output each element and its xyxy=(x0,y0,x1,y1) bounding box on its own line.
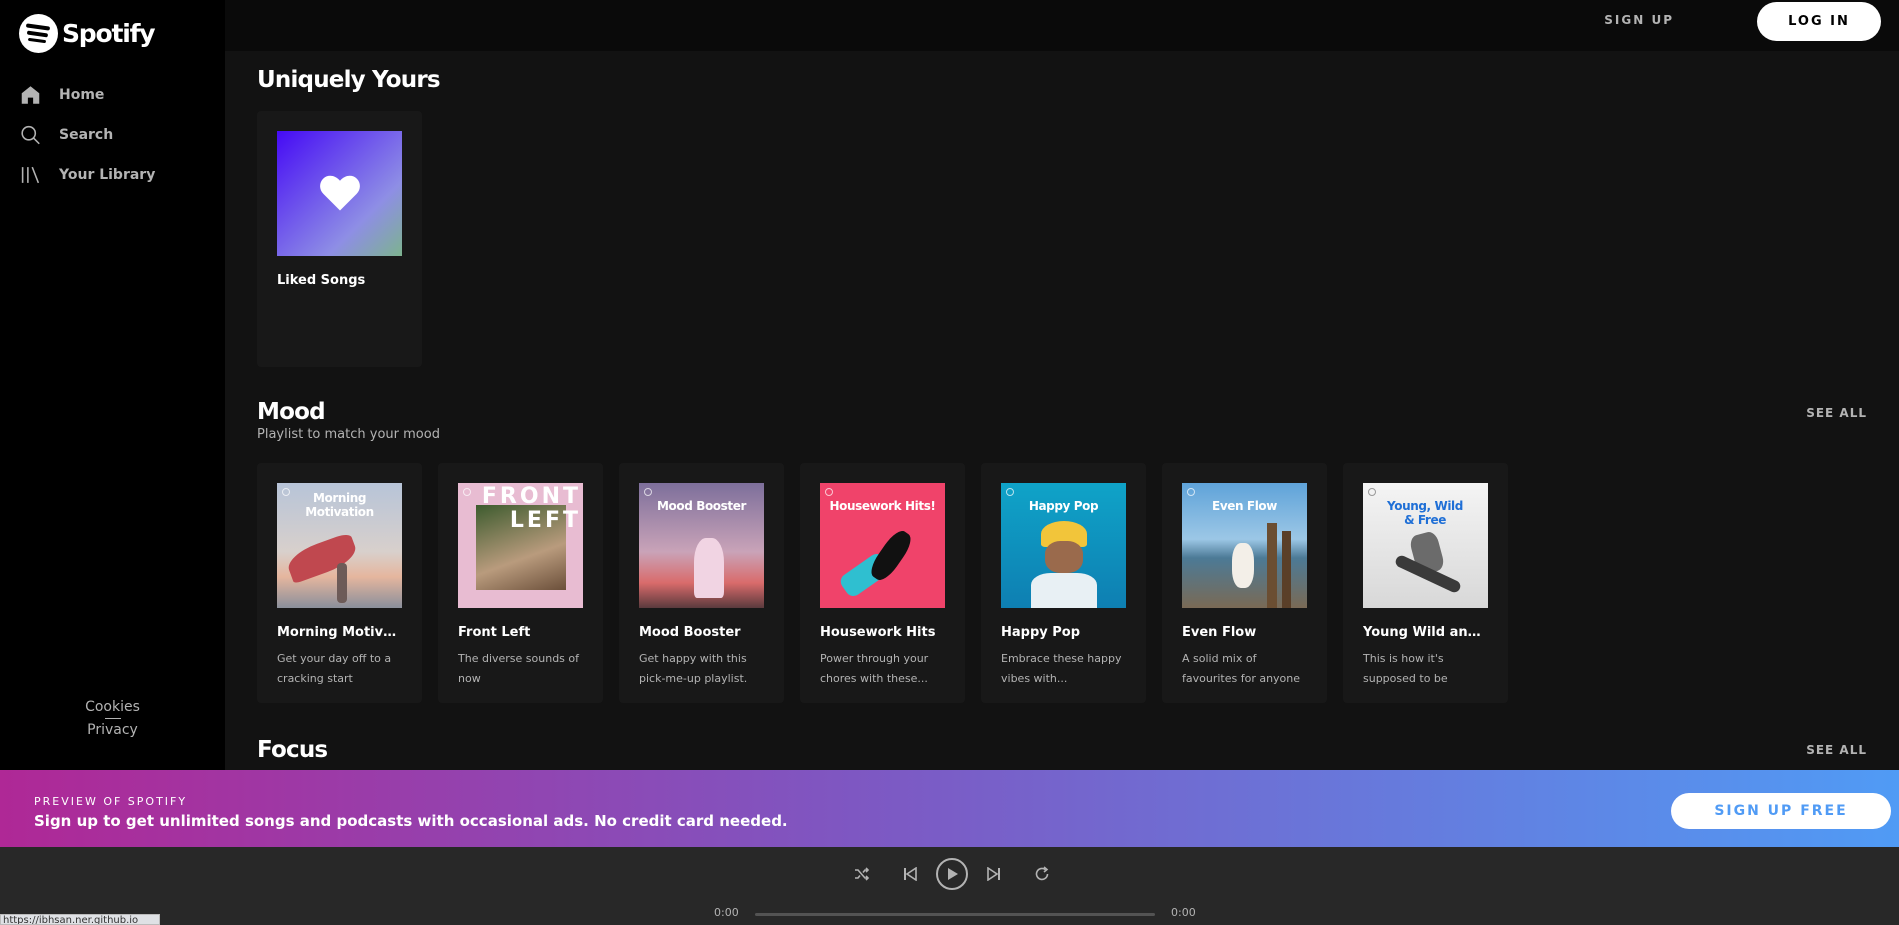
playlist-cover: Happy Pop xyxy=(1001,483,1126,608)
card-description: Get happy with this pick-me-up playlist. xyxy=(639,652,748,685)
spotify-badge-icon xyxy=(825,488,833,496)
cover-text: Happy Pop xyxy=(1028,499,1099,513)
log-in-button[interactable]: LOG IN xyxy=(1757,2,1881,41)
main-content: Uniquely Yours Liked Songs Mood Playlist… xyxy=(225,51,1899,770)
card-description: The diverse sounds of now xyxy=(458,652,580,685)
card-title: Housework Hits xyxy=(820,625,936,640)
logo-text: Spotify xyxy=(62,19,156,48)
card-liked-songs[interactable]: Liked Songs xyxy=(257,111,422,367)
card-title: Morning Motiva... xyxy=(277,625,402,640)
card-title: Liked Songs xyxy=(277,273,366,288)
spotify-badge-icon xyxy=(1368,488,1376,496)
banner-text: Sign up to get unlimited songs and podca… xyxy=(34,812,788,830)
card-even-flow[interactable]: Even Flow Even Flow A solid mix of favou… xyxy=(1162,463,1327,703)
next-icon[interactable] xyxy=(970,867,1018,881)
cover-text: Young, Wild & Free xyxy=(1387,499,1463,527)
card-title: Young Wild and... xyxy=(1363,625,1488,640)
sign-up-button[interactable]: SIGN UP xyxy=(1604,13,1674,27)
sidebar: Spotify Home Search Your Library Cookies… xyxy=(0,0,225,770)
spotify-logo-icon xyxy=(19,14,58,53)
sign-up-free-button[interactable]: SIGN UP FREE xyxy=(1671,793,1891,829)
playlist-cover: FRONT LEFT xyxy=(458,483,583,608)
playlist-cover: Housework Hits! xyxy=(820,483,945,608)
section-title-mood: Mood xyxy=(257,399,326,425)
player-bar: 0:00 0:00 xyxy=(0,847,1899,925)
cover-text: Housework Hits! xyxy=(829,499,936,513)
card-description: Embrace these happy vibes with... xyxy=(1001,652,1122,685)
banner-kicker: PREVIEW OF SPOTIFY xyxy=(34,795,188,808)
see-all-focus-link[interactable]: SEE ALL xyxy=(1806,743,1867,757)
progress-bar[interactable] xyxy=(755,913,1155,916)
card-happy-pop[interactable]: Happy Pop Happy Pop Embrace these happy … xyxy=(981,463,1146,703)
heart-icon xyxy=(320,175,360,211)
home-icon xyxy=(20,85,41,106)
sidebar-nav: Home Search Your Library xyxy=(0,75,225,195)
sidebar-item-library[interactable]: Your Library xyxy=(0,155,225,195)
time-total: 0:00 xyxy=(1171,906,1196,919)
card-description: This is how it's supposed to be xyxy=(1363,652,1448,685)
liked-songs-cover xyxy=(277,131,402,256)
card-front-left[interactable]: FRONT LEFT Front Left The diverse sounds… xyxy=(438,463,603,703)
card-title: Mood Booster xyxy=(639,625,741,640)
repeat-icon[interactable] xyxy=(1018,866,1066,882)
previous-icon[interactable] xyxy=(886,867,934,881)
section-title-uniquely-yours: Uniquely Yours xyxy=(257,67,441,93)
sidebar-item-label: Search xyxy=(59,127,114,143)
cookies-link[interactable]: Cookies xyxy=(0,696,225,718)
card-young-wild-and-free[interactable]: Young, Wild & Free Young Wild and... Thi… xyxy=(1343,463,1508,703)
card-description: A solid mix of favourites for anyone xyxy=(1182,652,1301,685)
card-title: Happy Pop xyxy=(1001,625,1081,640)
play-icon[interactable] xyxy=(936,858,968,890)
cover-text: Morning Motivation xyxy=(305,491,374,519)
spotify-logo[interactable]: Spotify xyxy=(19,14,156,53)
spotify-app: Spotify Home Search Your Library Cookies… xyxy=(0,0,1899,925)
section-subtitle-mood: Playlist to match your mood xyxy=(257,427,440,442)
playlist-cover: Young, Wild & Free xyxy=(1363,483,1488,608)
playlist-cover: Mood Booster xyxy=(639,483,764,608)
shuffle-icon[interactable] xyxy=(838,866,886,882)
card-mood-booster[interactable]: Mood Booster Mood Booster Get happy with… xyxy=(619,463,784,703)
privacy-link[interactable]: Privacy xyxy=(0,719,225,741)
sidebar-item-label: Home xyxy=(59,87,105,103)
card-title: Even Flow xyxy=(1182,625,1257,640)
see-all-mood-link[interactable]: SEE ALL xyxy=(1806,406,1867,420)
section-title-focus: Focus xyxy=(257,737,328,763)
library-icon xyxy=(20,165,41,186)
spotify-badge-icon xyxy=(1006,488,1014,496)
card-description: Get your day off to a cracking start xyxy=(277,652,392,685)
top-bar: SIGN UP LOG IN xyxy=(225,0,1899,51)
spotify-badge-icon xyxy=(1187,488,1195,496)
sidebar-item-home[interactable]: Home xyxy=(0,75,225,115)
cover-text: Even Flow xyxy=(1212,499,1277,513)
status-url: https://ibhsan.ner.github.io xyxy=(0,914,160,925)
player-controls xyxy=(838,858,1066,890)
sidebar-item-label: Your Library xyxy=(59,167,156,183)
cover-text: Mood Booster xyxy=(657,499,746,513)
playlist-cover: Morning Motivation xyxy=(277,483,402,608)
preview-banner: PREVIEW OF SPOTIFY Sign up to get unlimi… xyxy=(0,770,1899,847)
card-housework-hits[interactable]: Housework Hits! Housework Hits Power thr… xyxy=(800,463,965,703)
search-icon xyxy=(20,125,41,146)
spotify-badge-icon xyxy=(644,488,652,496)
sidebar-item-search[interactable]: Search xyxy=(0,115,225,155)
card-morning-motivation[interactable]: Morning Motivation Morning Motiva... Get… xyxy=(257,463,422,703)
card-description: Power through your chores with these... xyxy=(820,652,929,685)
sidebar-links: Cookies Privacy xyxy=(0,696,225,741)
card-title: Front Left xyxy=(458,625,531,640)
cover-text: FRONT LEFT xyxy=(481,484,581,533)
playlist-cover: Even Flow xyxy=(1182,483,1307,608)
time-current: 0:00 xyxy=(714,906,739,919)
